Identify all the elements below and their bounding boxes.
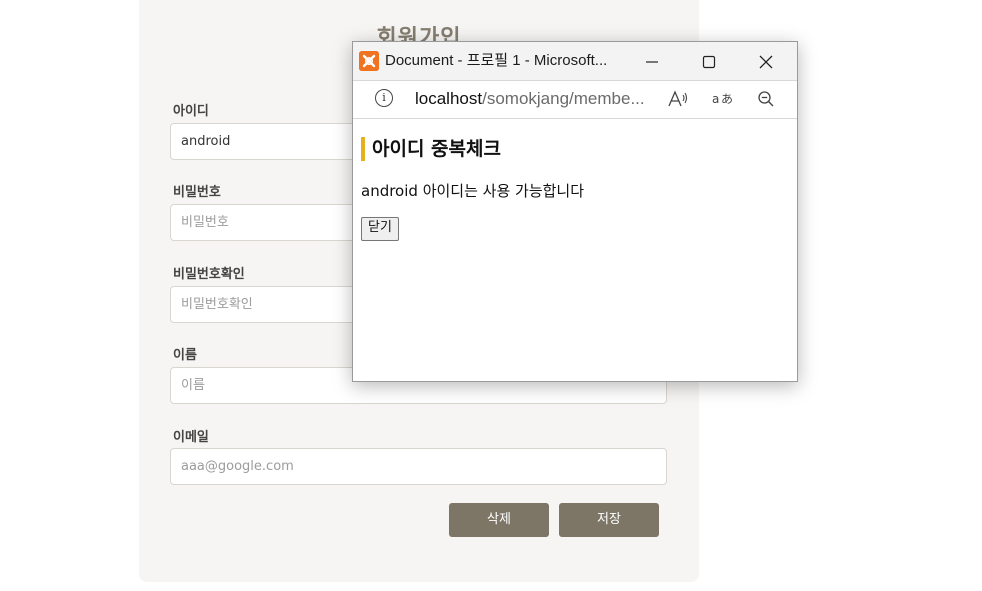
url-path: /somokjang/membe... bbox=[482, 89, 645, 108]
maximize-icon[interactable] bbox=[686, 42, 732, 80]
popup-titlebar[interactable]: Document - 프로필 1 - Microsoft... bbox=[353, 42, 797, 80]
xampp-app-icon bbox=[359, 51, 379, 71]
address-bar[interactable]: i localhost/somokjang/membe... a あ bbox=[353, 80, 797, 119]
svg-text:a: a bbox=[712, 92, 719, 106]
name-label: 이름 bbox=[173, 348, 197, 363]
read-aloud-icon[interactable] bbox=[667, 81, 689, 117]
save-button[interactable]: 저장 bbox=[559, 503, 659, 537]
id-check-popup-window: Document - 프로필 1 - Microsoft... i localh… bbox=[352, 41, 798, 382]
delete-button[interactable]: 삭제 bbox=[449, 503, 549, 537]
id-label: 아이디 bbox=[173, 104, 209, 119]
url-host: localhost bbox=[415, 89, 483, 108]
url-text[interactable]: localhost/somokjang/membe... bbox=[415, 81, 655, 117]
svg-text:あ: あ bbox=[721, 92, 733, 106]
password-confirm-label: 비밀번호확인 bbox=[173, 267, 245, 282]
minimize-icon[interactable] bbox=[629, 42, 675, 80]
close-button[interactable]: 닫기 bbox=[361, 217, 399, 241]
site-info-icon[interactable]: i bbox=[375, 89, 393, 107]
close-icon[interactable] bbox=[743, 42, 789, 80]
email-label: 이메일 bbox=[173, 430, 209, 445]
zoom-out-icon[interactable] bbox=[757, 81, 775, 117]
translate-icon[interactable]: a あ bbox=[711, 81, 735, 117]
email-input[interactable]: aaa@google.com bbox=[170, 448, 667, 485]
availability-message: android 아이디는 사용 가능합니다 bbox=[361, 182, 585, 200]
password-label: 비밀번호 bbox=[173, 185, 221, 200]
popup-heading: 아이디 중복체크 bbox=[361, 137, 501, 161]
popup-window-title: Document - 프로필 1 - Microsoft... bbox=[385, 52, 608, 69]
